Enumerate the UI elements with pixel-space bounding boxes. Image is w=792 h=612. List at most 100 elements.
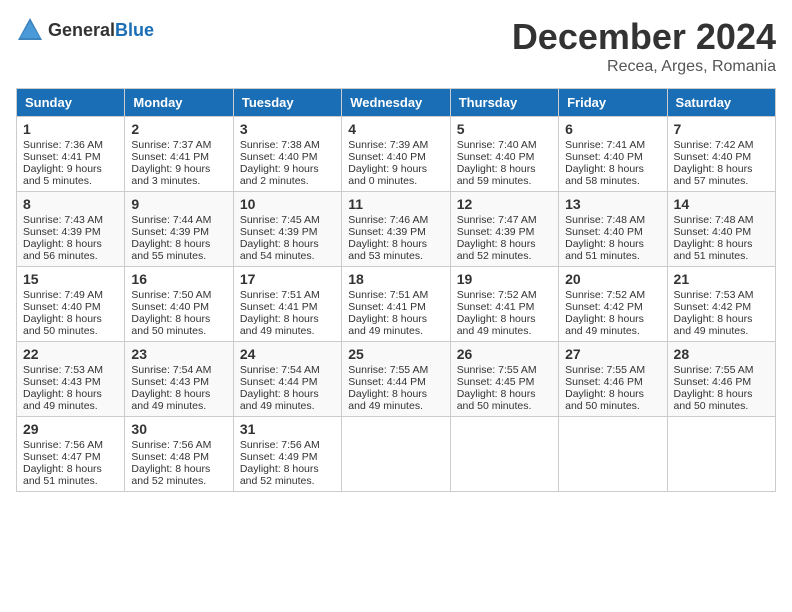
calendar-cell [450,417,558,492]
location-subtitle: Recea, Arges, Romania [512,58,776,76]
sunrise-text: Sunrise: 7:49 AM [23,289,118,301]
daylight-text: Daylight: 8 hours and 49 minutes. [348,388,443,412]
daylight-text: Daylight: 8 hours and 54 minutes. [240,238,335,262]
sunrise-text: Sunrise: 7:48 AM [674,214,769,226]
sunrise-text: Sunrise: 7:55 AM [674,364,769,376]
sunset-text: Sunset: 4:43 PM [131,376,226,388]
calendar-cell: 1Sunrise: 7:36 AMSunset: 4:41 PMDaylight… [17,117,125,192]
sunrise-text: Sunrise: 7:55 AM [457,364,552,376]
daylight-text: Daylight: 8 hours and 49 minutes. [565,313,660,337]
sunrise-text: Sunrise: 7:56 AM [240,439,335,451]
sunset-text: Sunset: 4:40 PM [348,151,443,163]
sunrise-text: Sunrise: 7:40 AM [457,139,552,151]
sunset-text: Sunset: 4:43 PM [23,376,118,388]
calendar-cell: 10 Sunrise: 7:45 AMSunset: 4:39 PMDayligh… [233,192,341,267]
day-number: 17 [240,271,335,287]
calendar-cell: 14Sunrise: 7:48 AMSunset: 4:40 PMDayligh… [667,192,775,267]
calendar-cell: 24Sunrise: 7:54 AMSunset: 4:44 PMDayligh… [233,342,341,417]
logo-text: GeneralBlue [48,20,154,41]
daylight-text: Daylight: 8 hours and 50 minutes. [674,388,769,412]
day-number: 14 [674,196,769,212]
day-number: 3 [240,121,335,137]
calendar-cell: 11Sunrise: 7:46 AMSunset: 4:39 PMDayligh… [342,192,450,267]
calendar-cell: 29Sunrise: 7:56 AMSunset: 4:47 PMDayligh… [17,417,125,492]
sunset-text: Sunset: 4:40 PM [674,151,769,163]
day-number: 22 [23,346,118,362]
sunrise-text: Sunrise: 7:43 AM [23,214,118,226]
sunrise-text: Sunrise: 7:56 AM [131,439,226,451]
sunset-text: Sunset: 4:44 PM [240,376,335,388]
daylight-text: Daylight: 8 hours and 49 minutes. [457,313,552,337]
day-number: 5 [457,121,552,137]
calendar-cell: 12Sunrise: 7:47 AMSunset: 4:39 PMDayligh… [450,192,558,267]
sunset-text: Sunset: 4:41 PM [348,301,443,313]
daylight-text: Daylight: 8 hours and 50 minutes. [457,388,552,412]
day-header-friday: Friday [559,89,667,117]
daylight-text: Daylight: 8 hours and 51 minutes. [674,238,769,262]
sunset-text: Sunset: 4:39 PM [23,226,118,238]
sunrise-text: Sunrise: 7:52 AM [565,289,660,301]
calendar-cell: 5Sunrise: 7:40 AMSunset: 4:40 PMDaylight… [450,117,558,192]
sunrise-text: Sunrise: 7:51 AM [240,289,335,301]
sunset-text: Sunset: 4:40 PM [457,151,552,163]
sunrise-text: Sunrise: 7:54 AM [240,364,335,376]
day-number: 13 [565,196,660,212]
day-number: 18 [348,271,443,287]
sunset-text: Sunset: 4:39 PM [348,226,443,238]
calendar-week-5: 29Sunrise: 7:56 AMSunset: 4:47 PMDayligh… [17,417,776,492]
day-number: 2 [131,121,226,137]
sunset-text: Sunset: 4:41 PM [457,301,552,313]
day-number: 16 [131,271,226,287]
calendar-cell: 31Sunrise: 7:56 AMSunset: 4:49 PMDayligh… [233,417,341,492]
sunrise-text: Sunrise: 7:53 AM [23,364,118,376]
daylight-text: Daylight: 9 hours and 5 minutes. [23,163,118,187]
day-number: 28 [674,346,769,362]
logo-blue: Blue [115,20,154,40]
calendar-cell: 13Sunrise: 7:48 AMSunset: 4:40 PMDayligh… [559,192,667,267]
calendar-cell: 23Sunrise: 7:54 AMSunset: 4:43 PMDayligh… [125,342,233,417]
calendar-table: SundayMondayTuesdayWednesdayThursdayFrid… [16,88,776,492]
daylight-text: Daylight: 8 hours and 51 minutes. [565,238,660,262]
sunset-text: Sunset: 4:49 PM [240,451,335,463]
sunset-text: Sunset: 4:40 PM [565,151,660,163]
day-number: 30 [131,421,226,437]
daylight-text: Daylight: 8 hours and 52 minutes. [131,463,226,487]
sunset-text: Sunset: 4:41 PM [131,151,226,163]
day-number: 10 [240,196,335,212]
calendar-cell: 25Sunrise: 7:55 AMSunset: 4:44 PMDayligh… [342,342,450,417]
day-number: 12 [457,196,552,212]
sunrise-text: Sunrise: 7:52 AM [457,289,552,301]
daylight-text: Daylight: 8 hours and 52 minutes. [240,463,335,487]
day-number: 20 [565,271,660,287]
sunset-text: Sunset: 4:40 PM [240,151,335,163]
calendar-cell: 26Sunrise: 7:55 AMSunset: 4:45 PMDayligh… [450,342,558,417]
sunset-text: Sunset: 4:40 PM [23,301,118,313]
day-number: 25 [348,346,443,362]
day-header-thursday: Thursday [450,89,558,117]
day-header-saturday: Saturday [667,89,775,117]
calendar-cell: 17Sunrise: 7:51 AMSunset: 4:41 PMDayligh… [233,267,341,342]
day-number: 27 [565,346,660,362]
daylight-text: Daylight: 8 hours and 49 minutes. [23,388,118,412]
sunset-text: Sunset: 4:40 PM [565,226,660,238]
daylight-text: Daylight: 8 hours and 49 minutes. [240,313,335,337]
sunrise-text: Sunrise: 7:50 AM [131,289,226,301]
sunrise-text: Sunrise: 7:56 AM [23,439,118,451]
calendar-cell: 21Sunrise: 7:53 AMSunset: 4:42 PMDayligh… [667,267,775,342]
sunrise-text: Sunrise: 7:45 AM [240,214,335,226]
sunrise-text: Sunrise: 7:38 AM [240,139,335,151]
daylight-text: Daylight: 8 hours and 50 minutes. [131,313,226,337]
daylight-text: Daylight: 8 hours and 49 minutes. [131,388,226,412]
sunrise-text: Sunrise: 7:46 AM [348,214,443,226]
sunset-text: Sunset: 4:39 PM [240,226,335,238]
calendar-header-row: SundayMondayTuesdayWednesdayThursdayFrid… [17,89,776,117]
calendar-cell [667,417,775,492]
sunset-text: Sunset: 4:45 PM [457,376,552,388]
day-header-wednesday: Wednesday [342,89,450,117]
day-header-tuesday: Tuesday [233,89,341,117]
day-number: 23 [131,346,226,362]
sunrise-text: Sunrise: 7:47 AM [457,214,552,226]
day-number: 24 [240,346,335,362]
daylight-text: Daylight: 9 hours and 3 minutes. [131,163,226,187]
sunrise-text: Sunrise: 7:36 AM [23,139,118,151]
